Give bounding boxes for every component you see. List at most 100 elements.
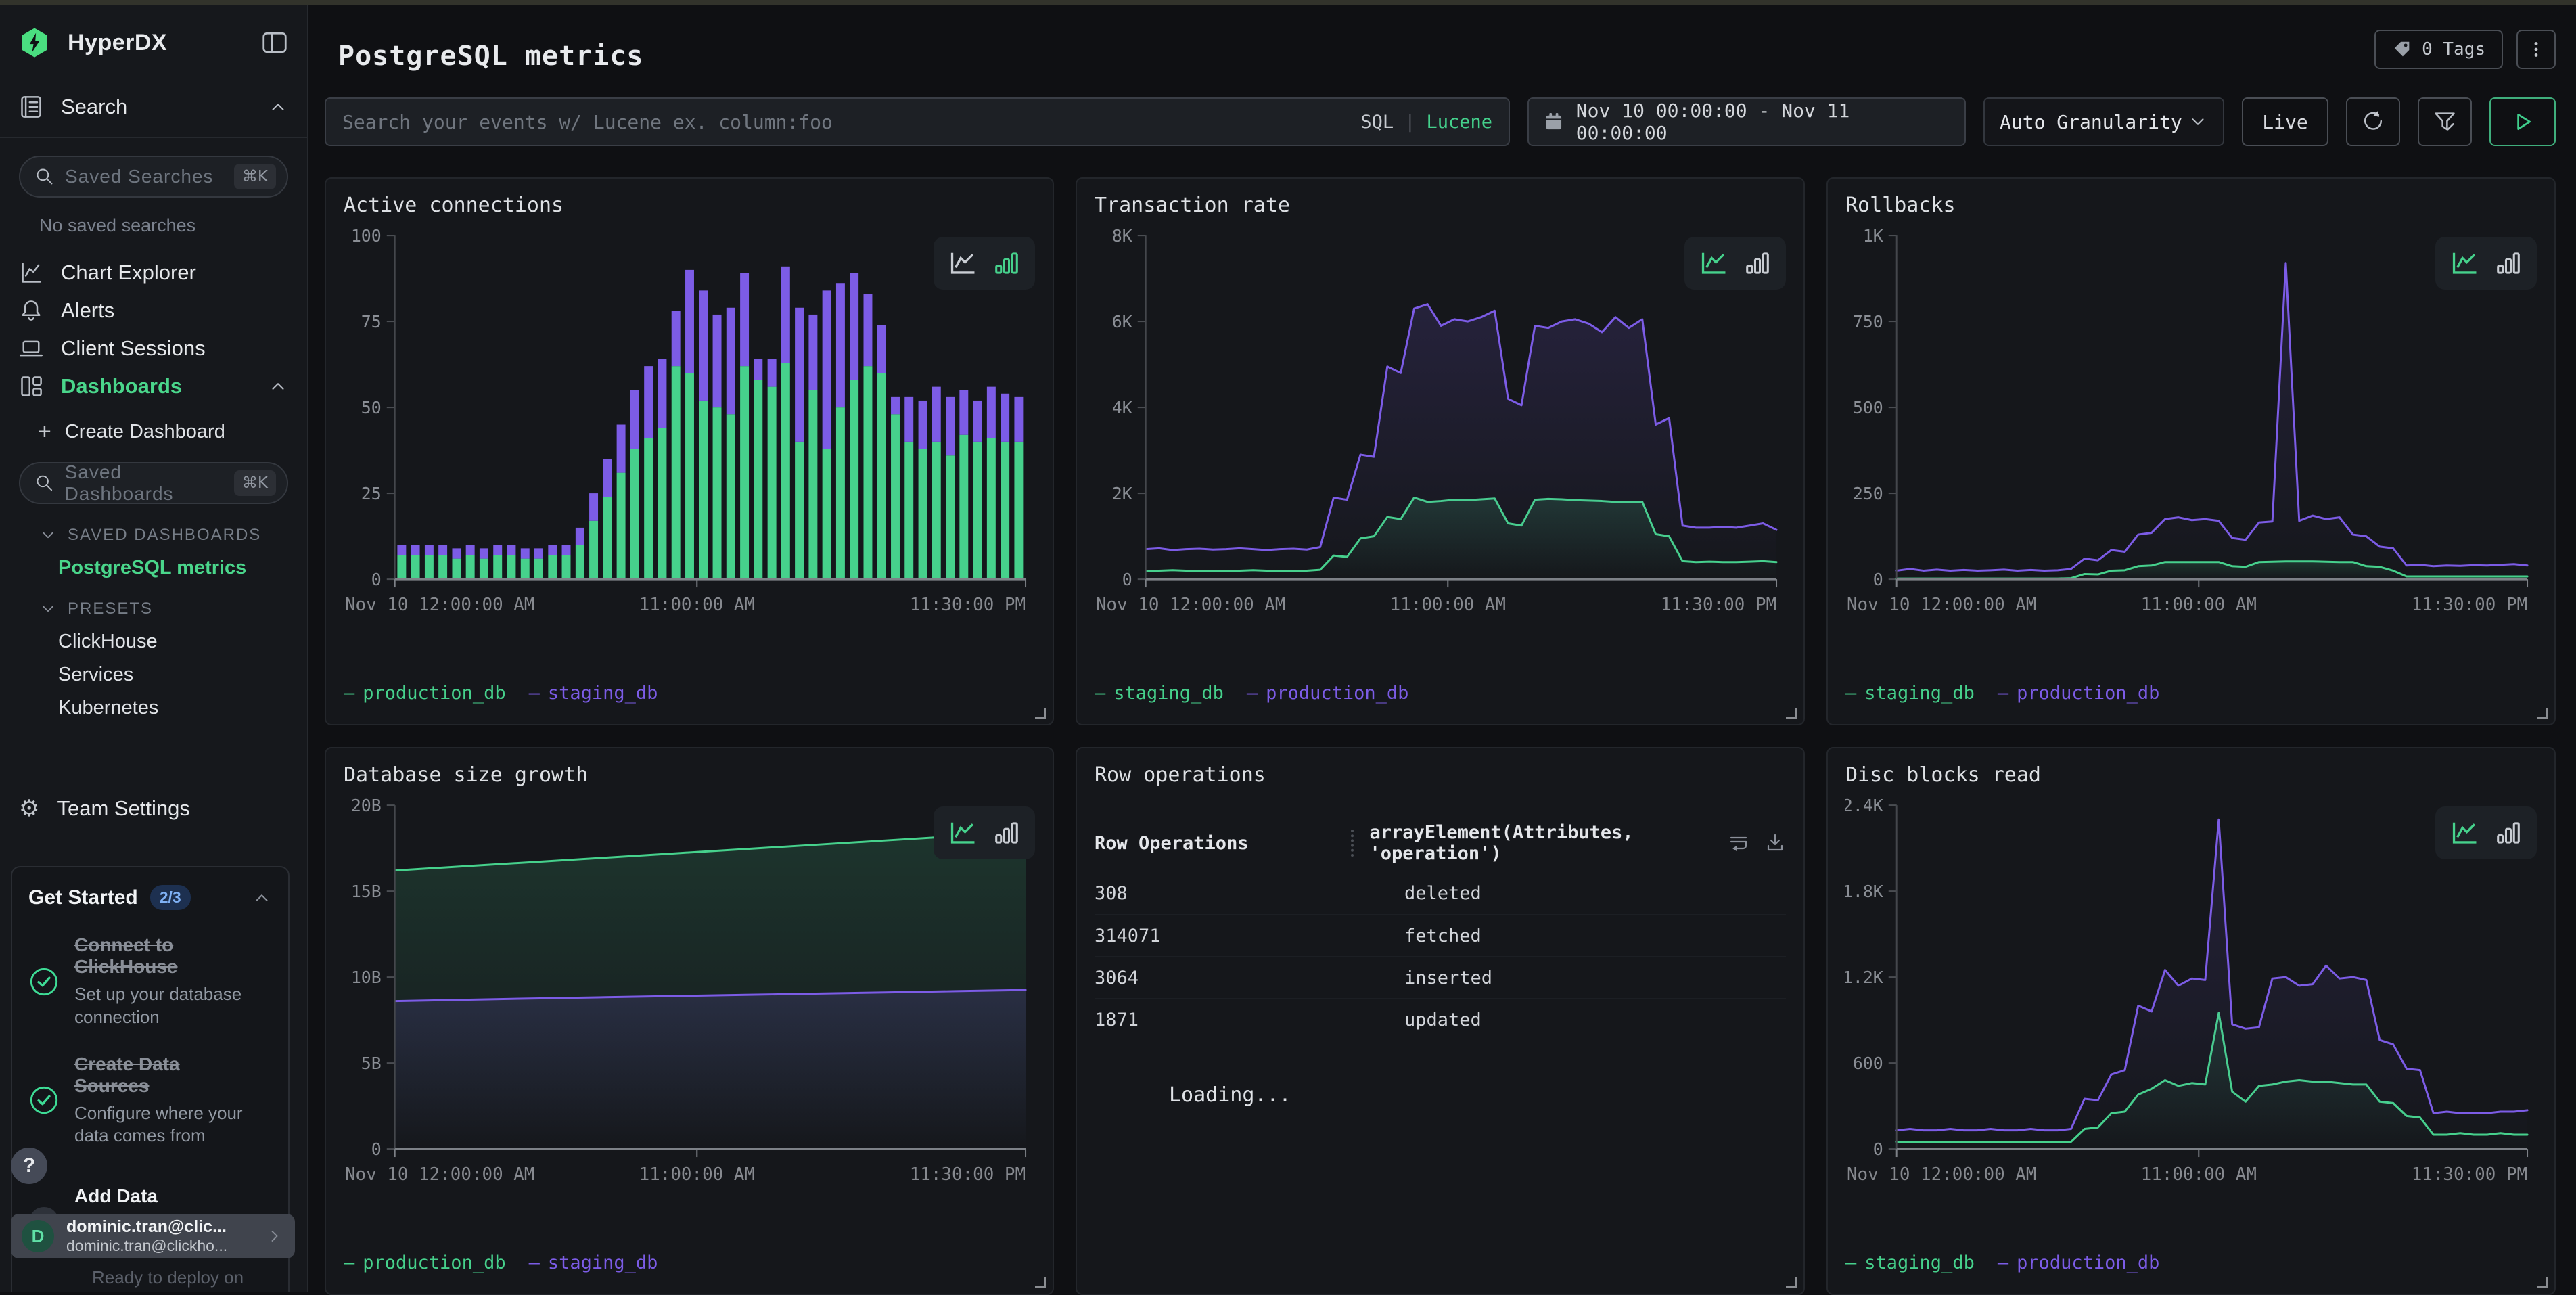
svg-text:Nov 10 12:00:00 AM: Nov 10 12:00:00 AM	[1096, 595, 1285, 615]
no-saved-searches-text: No saved searches	[39, 215, 288, 236]
dashboard-grid: Active connections 0255075100Nov 10 12:0…	[308, 177, 2576, 1295]
preset-clickhouse[interactable]: ClickHouse	[58, 631, 288, 653]
resize-handle[interactable]	[1786, 1277, 1797, 1288]
legend-item[interactable]: —staging_db	[1095, 683, 1224, 704]
preset-services[interactable]: Services	[58, 664, 288, 686]
sidebar-item-chart-explorer[interactable]: Chart Explorer	[19, 254, 288, 292]
bar-chart-icon[interactable]	[1744, 250, 1771, 276]
legend-item[interactable]: —staging_db	[529, 683, 658, 704]
more-menu-button[interactable]	[2516, 30, 2556, 69]
legend-item[interactable]: —staging_db	[529, 1252, 658, 1273]
svg-text:0: 0	[1873, 1139, 1883, 1159]
resize-handle[interactable]	[2537, 708, 2548, 719]
bar-chart-icon[interactable]	[993, 820, 1020, 846]
sidebar-item-team-settings[interactable]: ⚙ Team Settings	[19, 790, 288, 827]
date-range-picker[interactable]: Nov 10 00:00:00 - Nov 11 00:00:00	[1527, 97, 1966, 146]
divider: |	[1404, 112, 1415, 133]
step-create-data-sources[interactable]: Create Data Sources Configure where your…	[28, 1053, 272, 1148]
chart-type-toggle[interactable]	[1684, 237, 1786, 290]
legend-item[interactable]: —staging_db	[1845, 1252, 1975, 1273]
step-connect-clickhouse[interactable]: Connect to ClickHouse Set up your databa…	[28, 934, 272, 1029]
saved-searches-placeholder: Saved Searches	[65, 166, 213, 187]
legend-swatch: —	[344, 1252, 354, 1273]
sidebar-item-dashboards[interactable]: Dashboards	[19, 367, 288, 405]
search-input[interactable]	[342, 111, 1360, 133]
chevron-up-icon[interactable]	[252, 888, 272, 908]
lucene-toggle[interactable]: Lucene	[1426, 112, 1492, 133]
loading-text: Loading...	[1169, 1083, 1786, 1107]
resize-handle[interactable]	[1035, 708, 1046, 719]
chart-type-toggle[interactable]	[2435, 237, 2537, 290]
line-chart-icon[interactable]	[2450, 820, 2480, 846]
svg-text:11:00:00 AM: 11:00:00 AM	[639, 1164, 755, 1185]
tags-button[interactable]: 0 Tags	[2374, 30, 2503, 69]
user-menu[interactable]: D dominic.tran@clic... dominic.tran@clic…	[11, 1214, 295, 1258]
legend-item[interactable]: —production_db	[1247, 683, 1409, 704]
create-dashboard-button[interactable]: + Create Dashboard	[38, 415, 288, 449]
chart-type-toggle[interactable]	[2435, 806, 2537, 859]
saved-dashboards-input[interactable]: Saved Dashboards ⌘K	[19, 462, 288, 504]
legend-item[interactable]: —staging_db	[1845, 683, 1975, 704]
resize-handle[interactable]	[1035, 1277, 1046, 1288]
section-presets[interactable]: PRESETS	[39, 599, 288, 618]
sidebar-item-label: Team Settings	[57, 796, 189, 821]
calendar-icon	[1544, 112, 1564, 132]
bar-chart-icon[interactable]	[993, 250, 1020, 276]
dashboard-link-postgresql-metrics[interactable]: PostgreSQL metrics	[58, 557, 288, 579]
chart-canvas: 06001.2K1.8K2.4KNov 10 12:00:00 AM11:00:…	[1845, 791, 2537, 1197]
legend-item[interactable]: —production_db	[1998, 683, 2160, 704]
chart-type-toggle[interactable]	[934, 237, 1035, 290]
column-header[interactable]: arrayElement(Attributes, 'operation')	[1370, 822, 1728, 864]
legend-swatch: —	[1095, 683, 1105, 704]
tags-label: 0 Tags	[2422, 39, 2485, 60]
hidden-step-desc: Ready to deploy on	[92, 1267, 244, 1288]
search-icon	[35, 167, 54, 186]
section-saved-dashboards[interactable]: SAVED DASHBOARDS	[39, 526, 288, 545]
column-resize-handle[interactable]	[1351, 830, 1354, 857]
legend-swatch: —	[1998, 1252, 2008, 1273]
create-dashboard-label: Create Dashboard	[65, 421, 225, 443]
column-header[interactable]: Row Operations	[1095, 833, 1351, 854]
chart-type-toggle[interactable]	[934, 806, 1035, 859]
preset-kubernetes[interactable]: Kubernetes	[58, 697, 288, 719]
sidebar-collapse-icon[interactable]	[261, 29, 288, 56]
window-top-strip	[0, 0, 2576, 5]
line-chart-icon[interactable]	[948, 250, 978, 276]
sidebar-item-client-sessions[interactable]: Client Sessions	[19, 330, 288, 367]
svg-text:1.8K: 1.8K	[1845, 882, 1883, 901]
bar-chart-icon[interactable]	[2495, 820, 2522, 846]
chart-legend: —staging_db —production_db	[1845, 1248, 2537, 1279]
line-chart-icon[interactable]	[2450, 250, 2480, 276]
sql-toggle[interactable]: SQL	[1360, 112, 1394, 133]
svg-text:0: 0	[371, 570, 382, 589]
reorder-icon[interactable]	[1728, 832, 1749, 854]
saved-searches-input[interactable]: Saved Searches ⌘K	[19, 156, 288, 198]
granularity-select[interactable]: Auto Granularity	[1983, 97, 2224, 146]
progress-badge: 2/3	[150, 885, 191, 910]
sidebar-item-label: Search	[61, 95, 127, 119]
line-chart-icon[interactable]	[1699, 250, 1729, 276]
chevron-up-icon	[268, 97, 288, 117]
line-chart-icon[interactable]	[948, 820, 978, 846]
filter-button[interactable]	[2418, 97, 2472, 146]
svg-text:750: 750	[1853, 312, 1883, 332]
legend-item[interactable]: —production_db	[1998, 1252, 2160, 1273]
refresh-button[interactable]	[2346, 97, 2400, 146]
legend-item[interactable]: —production_db	[344, 683, 506, 704]
bar-chart-icon[interactable]	[2495, 250, 2522, 276]
sidebar-item-search[interactable]: Search	[19, 88, 288, 126]
resize-handle[interactable]	[2537, 1277, 2548, 1288]
legend-item[interactable]: —production_db	[344, 1252, 506, 1273]
sidebar-item-alerts[interactable]: Alerts	[19, 292, 288, 330]
run-query-button[interactable]	[2489, 97, 2556, 146]
help-button[interactable]: ?	[11, 1148, 47, 1184]
chevron-up-icon	[268, 376, 288, 396]
legend-swatch: —	[529, 1252, 540, 1273]
chart-canvas: 05B10B15B20BNov 10 12:00:00 AM11:00:00 A…	[344, 791, 1035, 1197]
download-icon[interactable]	[1764, 832, 1786, 854]
resize-handle[interactable]	[1786, 708, 1797, 719]
sidebar-item-label: Chart Explorer	[61, 260, 196, 285]
kebab-icon	[2526, 39, 2546, 60]
sidebar-item-label: Dashboards	[61, 374, 182, 399]
live-button[interactable]: Live	[2242, 97, 2328, 146]
